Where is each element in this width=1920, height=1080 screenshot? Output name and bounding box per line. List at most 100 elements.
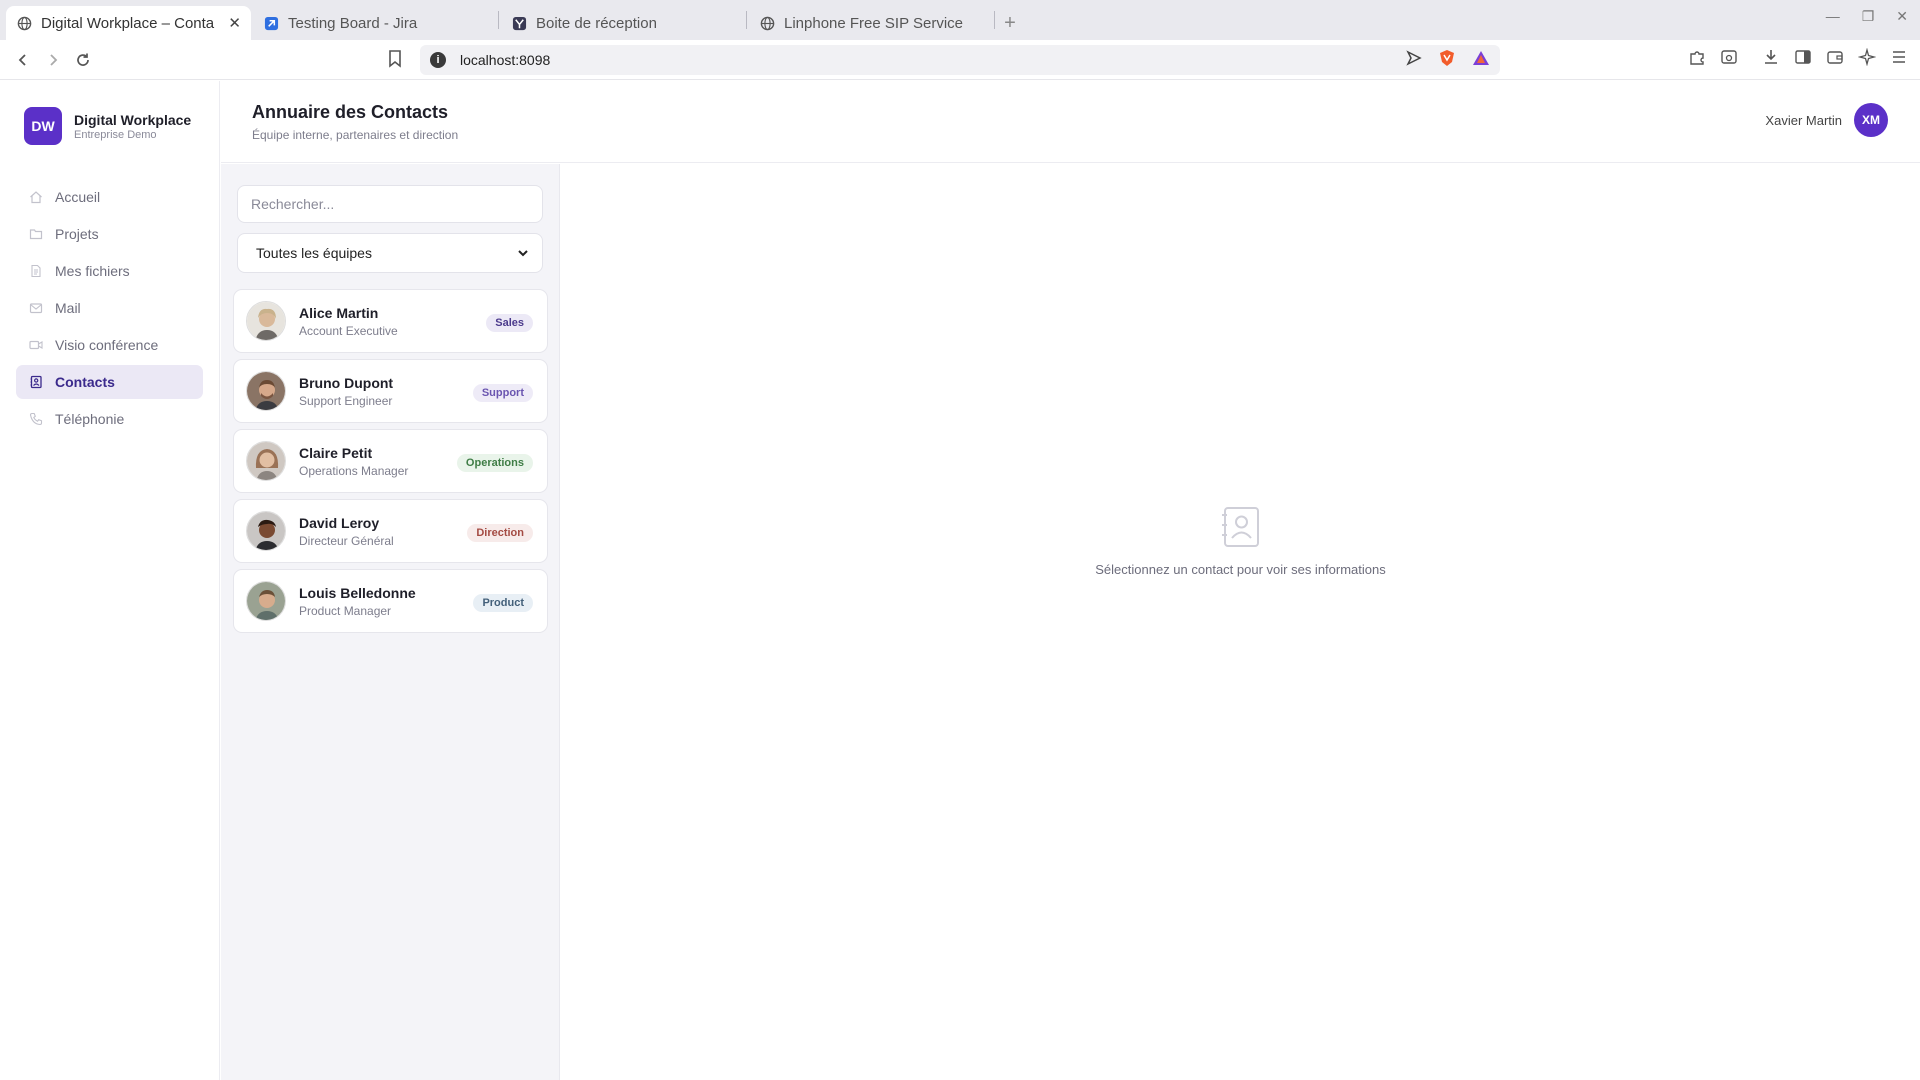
- tab-title: Testing Board - Jira: [288, 14, 418, 32]
- browser-toolbar: i localhost:8098: [0, 40, 1920, 80]
- forward-icon[interactable]: [38, 45, 68, 75]
- sidebar-item-label: Mes fichiers: [55, 263, 130, 279]
- extensions-icon[interactable]: [1688, 48, 1706, 71]
- send-icon[interactable]: [1406, 49, 1422, 71]
- browser-tab-linphone[interactable]: Linphone Free SIP Service: [749, 6, 994, 40]
- contact-card-louis-belledonne[interactable]: Louis Belledonne Product Manager Product: [233, 569, 548, 633]
- search-input[interactable]: [237, 185, 543, 223]
- url-text: localhost:8098: [460, 52, 551, 68]
- new-tab-button[interactable]: +: [995, 6, 1025, 40]
- team-filter-select[interactable]: Toutes les équipes: [237, 233, 543, 273]
- file-icon: [28, 264, 43, 279]
- video-icon: [28, 338, 43, 353]
- tab-separator: [746, 11, 747, 29]
- contact-name: David Leroy: [299, 514, 380, 531]
- minimize-icon[interactable]: —: [1826, 8, 1840, 25]
- contacts-icon: [28, 375, 43, 390]
- team-badge: Support: [472, 384, 533, 402]
- contact-list: Alice Martin Account Executive Sales Bru…: [233, 289, 548, 639]
- brand-name: Digital Workplace: [74, 111, 192, 128]
- user-menu[interactable]: Xavier Martin XM: [1765, 103, 1888, 137]
- reload-icon[interactable]: [68, 45, 98, 75]
- address-bar[interactable]: i localhost:8098: [420, 45, 1500, 75]
- team-badge: Sales: [486, 314, 533, 332]
- browser-tab-digital-workplace[interactable]: Digital Workplace – Conta ✕: [6, 6, 251, 40]
- sidebar-item-label: Visio conférence: [55, 337, 159, 353]
- contact-role: Support Engineer: [299, 393, 393, 408]
- window-controls: — ❐ ✕: [1826, 8, 1908, 25]
- avatar[interactable]: XM: [1854, 103, 1888, 137]
- brand-logo: DW: [24, 107, 62, 145]
- browser-tab-jira[interactable]: Testing Board - Jira: [253, 6, 498, 40]
- brave-shield-icon[interactable]: [1438, 49, 1456, 72]
- mail-icon: [28, 301, 43, 316]
- sidebar-item-contacts[interactable]: Contacts: [16, 365, 203, 399]
- sidebar-item-label: Contacts: [55, 374, 115, 390]
- contact-avatar: [246, 441, 286, 481]
- sidebar-item-telephonie[interactable]: Téléphonie: [16, 402, 203, 436]
- contact-avatar: [246, 301, 286, 341]
- chevron-down-icon: [516, 246, 530, 263]
- page-subtitle: Équipe interne, partenaires et direction: [252, 128, 459, 142]
- sidebar: DW Digital Workplace Entreprise Demo Acc…: [0, 81, 220, 1080]
- bookmark-icon[interactable]: [388, 50, 402, 73]
- tab-title: Boite de réception: [536, 14, 657, 32]
- sidebar-nav: Accueil Projets Mes fichiers Mail Visio …: [16, 180, 203, 439]
- site-info-icon[interactable]: i: [430, 52, 446, 68]
- phone-icon: [28, 412, 43, 427]
- download-icon[interactable]: [1762, 48, 1780, 71]
- contact-card-alice-martin[interactable]: Alice Martin Account Executive Sales: [233, 289, 548, 353]
- sidebar-item-projets[interactable]: Projets: [16, 217, 203, 251]
- brand[interactable]: DW Digital Workplace Entreprise Demo: [24, 107, 191, 145]
- contact-avatar: [246, 581, 286, 621]
- contact-card-david-leroy[interactable]: David Leroy Directeur Général Direction: [233, 499, 548, 563]
- contact-role: Directeur Général: [299, 533, 394, 548]
- globe-icon: [759, 15, 775, 31]
- browser-actions: [1688, 47, 1908, 71]
- contact-name: Claire Petit: [299, 444, 373, 461]
- contact-name: Bruno Dupont: [299, 374, 394, 391]
- leo-ai-icon[interactable]: [1857, 47, 1877, 71]
- contact-detail-pane: Sélectionnez un contact pour voir ses in…: [561, 164, 1920, 1080]
- team-badge: Operations: [456, 454, 533, 472]
- sidebar-item-label: Téléphonie: [55, 411, 125, 427]
- page-header: Annuaire des Contacts Équipe interne, pa…: [221, 81, 1920, 163]
- contact-role: Operations Manager: [299, 463, 409, 478]
- sidebar-item-accueil[interactable]: Accueil: [16, 180, 203, 214]
- sidebar-item-mes-fichiers[interactable]: Mes fichiers: [16, 254, 203, 288]
- contact-name: Alice Martin: [299, 304, 379, 321]
- contact-role: Product Manager: [299, 603, 392, 618]
- brave-rewards-icon[interactable]: [1472, 49, 1490, 72]
- sidebar-item-visio-conference[interactable]: Visio conférence: [16, 328, 203, 362]
- folder-icon: [28, 227, 43, 242]
- sidebar-item-label: Mail: [55, 300, 81, 316]
- app-root: DW Digital Workplace Entreprise Demo Acc…: [0, 81, 1920, 1080]
- page-title: Annuaire des Contacts: [252, 102, 449, 122]
- empty-state: Sélectionnez un contact pour voir ses in…: [561, 504, 1920, 577]
- brand-subtitle: Entreprise Demo: [74, 128, 157, 141]
- contacts-list-pane: Toutes les équipes Alice Martin Account …: [221, 164, 560, 1080]
- maximize-icon[interactable]: ❐: [1862, 8, 1875, 25]
- sidebar-item-label: Projets: [55, 226, 99, 242]
- contact-avatar: [246, 371, 286, 411]
- contact-avatar: [246, 511, 286, 551]
- tab-search-icon[interactable]: [1720, 48, 1738, 71]
- tab-separator: [498, 11, 499, 29]
- sidebar-toggle-icon[interactable]: [1794, 48, 1812, 71]
- tab-title: Digital Workplace – Conta: [41, 14, 215, 32]
- sidebar-item-mail[interactable]: Mail: [16, 291, 203, 325]
- close-window-icon[interactable]: ✕: [1896, 8, 1908, 25]
- menu-icon[interactable]: [1890, 48, 1908, 71]
- contact-name: Louis Belledonne: [299, 584, 416, 601]
- contact-card-claire-petit[interactable]: Claire Petit Operations Manager Operatio…: [233, 429, 548, 493]
- close-tab-icon[interactable]: ✕: [228, 14, 241, 32]
- team-badge: Direction: [467, 524, 533, 542]
- wallet-icon[interactable]: [1826, 48, 1844, 71]
- browser-tab-mail[interactable]: Boite de réception: [501, 6, 746, 40]
- team-filter-value: Toutes les équipes: [256, 245, 372, 261]
- contact-book-icon: [561, 504, 1920, 550]
- contact-card-bruno-dupont[interactable]: Bruno Dupont Support Engineer Support: [233, 359, 548, 423]
- browser-tab-bar: Digital Workplace – Conta ✕ Testing Boar…: [0, 0, 1920, 40]
- mail-provider-icon: [511, 15, 527, 31]
- back-icon[interactable]: [8, 45, 38, 75]
